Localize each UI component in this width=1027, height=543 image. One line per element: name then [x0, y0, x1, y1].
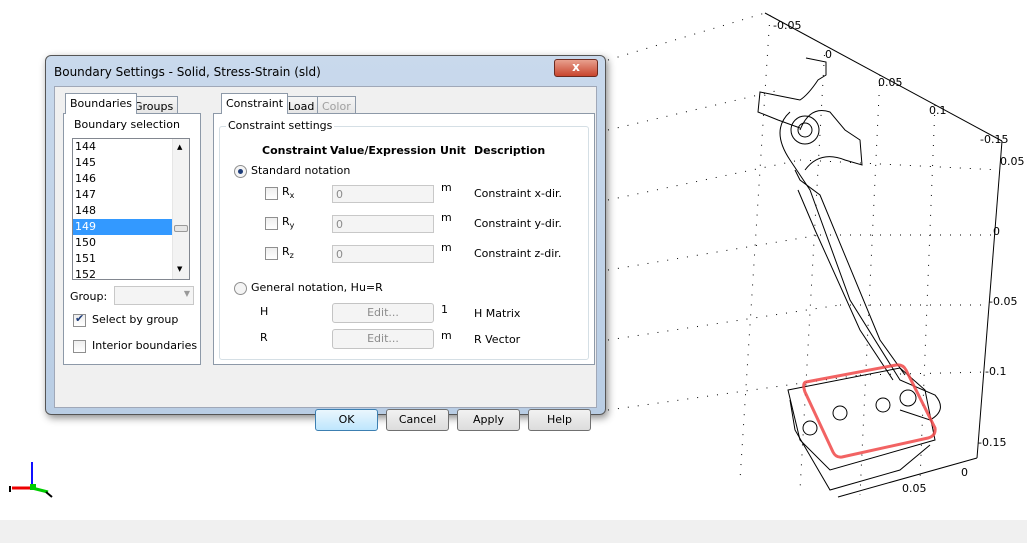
status-bar — [0, 520, 1027, 543]
constraint-z-unit: m — [441, 241, 452, 254]
general-notation-radio[interactable] — [234, 282, 247, 295]
constraint-x-input[interactable]: 0 — [332, 185, 434, 203]
constraint-y-label: Ry — [282, 215, 295, 231]
tab-boundaries[interactable]: Boundaries — [65, 93, 138, 114]
axis-triad-icon — [9, 462, 53, 498]
scroll-thumb[interactable] — [174, 225, 188, 232]
axis-tick-label: -0.05 — [989, 295, 1018, 308]
boundaries-panel: Boundary selection 144 145 146 147 148 149 150… — [63, 113, 201, 365]
constraint-x-unit: m — [441, 181, 452, 194]
standard-notation-label: Standard notation — [251, 164, 351, 177]
h-unit: 1 — [441, 303, 448, 316]
axis-tick-label: -0.15 — [980, 133, 1009, 146]
axis-tick-label: 0.05 — [1000, 155, 1025, 168]
interior-boundaries-checkbox[interactable] — [73, 340, 86, 353]
ok-button[interactable]: OK — [315, 409, 378, 431]
scroll-down-icon[interactable]: ▼ — [177, 265, 182, 273]
axis-tick-label: 0 — [961, 466, 968, 479]
constraint-z-checkbox[interactable] — [265, 247, 278, 260]
dialog-body: Boundaries Groups Boundary selection 144… — [54, 86, 597, 431]
boundary-settings-dialog: Boundary Settings - Solid, Stress-Strain… — [45, 55, 606, 431]
constraint-y-description: Constraint y-dir. — [474, 217, 562, 230]
selected-boundary-highlight — [802, 363, 937, 459]
tab-color: Color — [317, 96, 356, 114]
constraint-z-description: Constraint z-dir. — [474, 247, 562, 260]
constraint-y-input[interactable]: 0 — [332, 215, 434, 233]
constraint-x-checkbox[interactable] — [265, 187, 278, 200]
axis-tick-label: -0.15 — [978, 436, 1007, 449]
general-notation-label: General notation, Hu=R — [251, 281, 383, 294]
interior-boundaries-label: Interior boundaries — [92, 339, 198, 352]
group-select[interactable]: ▼ — [114, 286, 194, 305]
constraint-x-label: Rx — [282, 185, 295, 201]
chevron-down-icon: ▼ — [183, 289, 190, 298]
apply-button[interactable]: Apply — [457, 409, 520, 431]
header-description: Description — [474, 144, 546, 157]
group-label: Group: — [70, 290, 108, 303]
constraint-z-label: Rz — [282, 245, 294, 261]
dialog-title: Boundary Settings - Solid, Stress-Strain… — [54, 65, 321, 79]
constraint-panel: Constraint settings Constraint Value/Exp… — [213, 113, 595, 365]
edit-h-button[interactable]: Edit... — [332, 303, 434, 323]
scroll-up-icon[interactable]: ▲ — [177, 143, 182, 151]
axis-tick-label: 0 — [825, 48, 832, 61]
constraint-settings-label: Constraint settings — [226, 119, 335, 132]
axis-tick-label: 0.1 — [929, 104, 947, 117]
r-unit: m — [441, 329, 452, 342]
h-label: H — [260, 305, 269, 318]
help-button[interactable]: Help — [528, 409, 591, 431]
cancel-button[interactable]: Cancel — [386, 409, 449, 431]
header-value: Value/Expression — [330, 144, 437, 157]
grid-lines — [607, 12, 1001, 496]
edit-r-button[interactable]: Edit... — [332, 329, 434, 349]
constraint-x-description: Constraint x-dir. — [474, 187, 563, 200]
header-constraint: Constraint — [262, 144, 327, 157]
standard-notation-radio[interactable] — [234, 165, 247, 178]
boundary-selection-label: Boundary selection — [72, 118, 182, 131]
close-button[interactable]: x — [554, 59, 598, 77]
h-description: H Matrix — [474, 307, 521, 320]
axis-tick-label: -0.05 — [773, 19, 802, 32]
tab-constraint[interactable]: Constraint — [221, 93, 289, 114]
tab-load[interactable]: Load — [283, 96, 320, 114]
list-scrollbar[interactable]: ▲ ▼ — [172, 139, 189, 279]
select-by-group-label: Select by group — [92, 313, 179, 326]
axis-tick-label: 0 — [993, 225, 1000, 238]
header-unit: Unit — [440, 144, 466, 157]
constraint-z-input[interactable]: 0 — [332, 245, 434, 263]
axis-tick-label: 0.05 — [902, 482, 927, 495]
axis-tick-label: 0.05 — [878, 76, 903, 89]
constraint-y-unit: m — [441, 211, 452, 224]
select-by-group-checkbox[interactable]: ✔ — [73, 312, 86, 327]
connecting-rod-wireframe — [757, 57, 941, 491]
axis-tick-label: -0.1 — [985, 365, 1007, 378]
boundary-list[interactable]: 144 145 146 147 148 149 150 151 152 ▲ ▼ — [72, 138, 190, 280]
r-description: R Vector — [474, 333, 521, 346]
constraint-y-checkbox[interactable] — [265, 217, 278, 230]
r-label: R — [260, 331, 268, 344]
